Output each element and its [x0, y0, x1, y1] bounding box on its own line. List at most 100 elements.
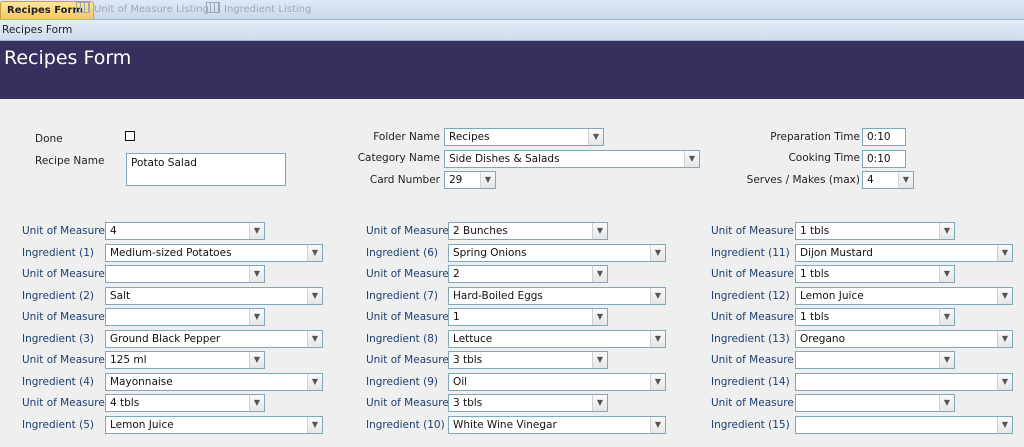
- unit-of-measure-combo-7[interactable]: 2 ▼: [448, 265, 608, 283]
- ingredient-label-11: Ingredient (11): [711, 247, 790, 259]
- chevron-down-icon[interactable]: ▼: [939, 223, 954, 239]
- ingredient-combo-13-value: Oregano: [800, 333, 845, 345]
- unit-of-measure-combo-9[interactable]: 3 tbls ▼: [448, 351, 608, 369]
- chevron-down-icon[interactable]: ▼: [307, 331, 322, 347]
- chevron-down-icon[interactable]: ▼: [307, 288, 322, 304]
- ingredient-combo-14[interactable]: ▼: [795, 373, 1013, 391]
- chevron-down-icon[interactable]: ▼: [939, 309, 954, 325]
- chevron-down-icon[interactable]: ▼: [997, 331, 1012, 347]
- chevron-down-icon[interactable]: ▼: [650, 374, 665, 390]
- chevron-down-icon[interactable]: ▼: [249, 223, 264, 239]
- ingredient-combo-9[interactable]: Oil ▼: [448, 373, 666, 391]
- ingredient-combo-9-value: Oil: [453, 376, 468, 388]
- unit-of-measure-label: Unit of Measure: [366, 225, 449, 237]
- ingredient-combo-4[interactable]: Mayonnaise ▼: [105, 373, 323, 391]
- chevron-down-icon[interactable]: ▼: [592, 352, 607, 368]
- ingredient-combo-8[interactable]: Lettuce ▼: [448, 330, 666, 348]
- unit-of-measure-label: Unit of Measure: [711, 225, 794, 237]
- ingredient-combo-2[interactable]: Salt ▼: [105, 287, 323, 305]
- chevron-down-icon[interactable]: ▼: [650, 245, 665, 261]
- ingredient-combo-15[interactable]: ▼: [795, 416, 1013, 434]
- ingredient-combo-6[interactable]: Spring Onions ▼: [448, 244, 666, 262]
- ingredient-combo-5-value: Lemon Juice: [110, 419, 174, 431]
- folder-name-combo[interactable]: Recipes ▼: [444, 128, 604, 146]
- unit-of-measure-combo-10[interactable]: 3 tbls ▼: [448, 394, 608, 412]
- unit-of-measure-label: Unit of Measure: [22, 225, 105, 237]
- recipe-name-field[interactable]: Potato Salad: [126, 153, 286, 186]
- unit-of-measure-combo-13[interactable]: 1 tbls ▼: [795, 308, 955, 326]
- card-number-combo[interactable]: 29 ▼: [444, 171, 496, 189]
- ingredient-combo-10[interactable]: White Wine Vinegar ▼: [448, 416, 666, 434]
- chevron-down-icon[interactable]: ▼: [650, 331, 665, 347]
- category-name-combo[interactable]: Side Dishes & Salads ▼: [444, 150, 700, 168]
- chevron-down-icon[interactable]: ▼: [684, 151, 699, 167]
- chevron-down-icon[interactable]: ▼: [249, 352, 264, 368]
- chevron-down-icon[interactable]: ▼: [307, 374, 322, 390]
- chevron-down-icon[interactable]: ▼: [592, 223, 607, 239]
- chevron-down-icon[interactable]: ▼: [592, 395, 607, 411]
- chevron-down-icon[interactable]: ▼: [939, 266, 954, 282]
- ingredient-combo-2-value: Salt: [110, 290, 131, 302]
- unit-of-measure-label: Unit of Measure: [22, 354, 105, 366]
- ingredient-combo-13[interactable]: Oregano ▼: [795, 330, 1013, 348]
- done-checkbox[interactable]: [125, 131, 135, 141]
- chevron-down-icon[interactable]: ▼: [249, 395, 264, 411]
- preparation-time-field[interactable]: 0:10: [862, 128, 906, 146]
- unit-of-measure-combo-8[interactable]: 1 ▼: [448, 308, 608, 326]
- ingredient-combo-1[interactable]: Medium-sized Potatoes ▼: [105, 244, 323, 262]
- tab-ingredient-listing[interactable]: Ingredient Listing: [200, 1, 321, 18]
- unit-of-measure-combo-4[interactable]: 125 ml ▼: [105, 351, 265, 369]
- unit-of-measure-combo-14[interactable]: ▼: [795, 351, 955, 369]
- serves-makes-combo[interactable]: 4 ▼: [862, 171, 914, 189]
- unit-of-measure-combo-11[interactable]: 1 tbls ▼: [795, 222, 955, 240]
- unit-of-measure-label: Unit of Measure: [366, 397, 449, 409]
- chevron-down-icon[interactable]: ▼: [592, 309, 607, 325]
- unit-of-measure-combo-2[interactable]: ▼: [105, 265, 265, 283]
- unit-of-measure-combo-12[interactable]: 1 tbls ▼: [795, 265, 955, 283]
- unit-of-measure-combo-6[interactable]: 2 Bunches ▼: [448, 222, 608, 240]
- chevron-down-icon[interactable]: ▼: [939, 395, 954, 411]
- unit-of-measure-combo-15[interactable]: ▼: [795, 394, 955, 412]
- done-label: Done: [35, 133, 63, 145]
- chevron-down-icon[interactable]: ▼: [249, 309, 264, 325]
- chevron-down-icon[interactable]: ▼: [249, 266, 264, 282]
- ingredient-combo-11[interactable]: Dijon Mustard ▼: [795, 244, 1013, 262]
- chevron-down-icon[interactable]: ▼: [650, 288, 665, 304]
- chevron-down-icon[interactable]: ▼: [997, 417, 1012, 433]
- tab-label: Ingredient Listing: [224, 4, 312, 15]
- ingredient-combo-11-value: Dijon Mustard: [800, 247, 873, 259]
- chevron-down-icon[interactable]: ▼: [650, 417, 665, 433]
- ingredient-label-5: Ingredient (5): [22, 419, 94, 431]
- cooking-time-field[interactable]: 0:10: [862, 150, 906, 168]
- form-subheader: Recipes Form: [0, 20, 1024, 41]
- recipe-name-label: Recipe Name: [35, 155, 105, 167]
- chevron-down-icon[interactable]: ▼: [480, 172, 495, 188]
- chevron-down-icon[interactable]: ▼: [997, 374, 1012, 390]
- chevron-down-icon[interactable]: ▼: [997, 245, 1012, 261]
- chevron-down-icon[interactable]: ▼: [588, 129, 603, 145]
- ingredient-combo-3[interactable]: Ground Black Pepper ▼: [105, 330, 323, 348]
- ingredient-combo-12[interactable]: Lemon Juice ▼: [795, 287, 1013, 305]
- ingredient-combo-7[interactable]: Hard-Boiled Eggs ▼: [448, 287, 666, 305]
- unit-of-measure-combo-13-value: 1 tbls: [800, 311, 830, 323]
- chevron-down-icon[interactable]: ▼: [307, 245, 322, 261]
- folder-name-label: Folder Name: [373, 131, 440, 143]
- unit-of-measure-combo-3[interactable]: ▼: [105, 308, 265, 326]
- unit-of-measure-combo-10-value: 3 tbls: [453, 397, 483, 409]
- ingredient-combo-1-value: Medium-sized Potatoes: [110, 247, 232, 259]
- unit-of-measure-combo-1[interactable]: 4 ▼: [105, 222, 265, 240]
- chevron-down-icon[interactable]: ▼: [307, 417, 322, 433]
- card-number-label: Card Number: [369, 174, 440, 186]
- ingredient-combo-12-value: Lemon Juice: [800, 290, 864, 302]
- tab-label: Unit of Measure Listing: [94, 4, 209, 15]
- preparation-time-label: Preparation Time: [770, 131, 860, 143]
- chevron-down-icon[interactable]: ▼: [592, 266, 607, 282]
- unit-of-measure-combo-5[interactable]: 4 tbls ▼: [105, 394, 265, 412]
- unit-of-measure-label: Unit of Measure: [22, 397, 105, 409]
- chevron-down-icon[interactable]: ▼: [997, 288, 1012, 304]
- tab-unit-of-measure-listing[interactable]: Unit of Measure Listing: [70, 1, 219, 18]
- ingredient-combo-6-value: Spring Onions: [453, 247, 527, 259]
- chevron-down-icon[interactable]: ▼: [898, 172, 913, 188]
- ingredient-combo-5[interactable]: Lemon Juice ▼: [105, 416, 323, 434]
- chevron-down-icon[interactable]: ▼: [939, 352, 954, 368]
